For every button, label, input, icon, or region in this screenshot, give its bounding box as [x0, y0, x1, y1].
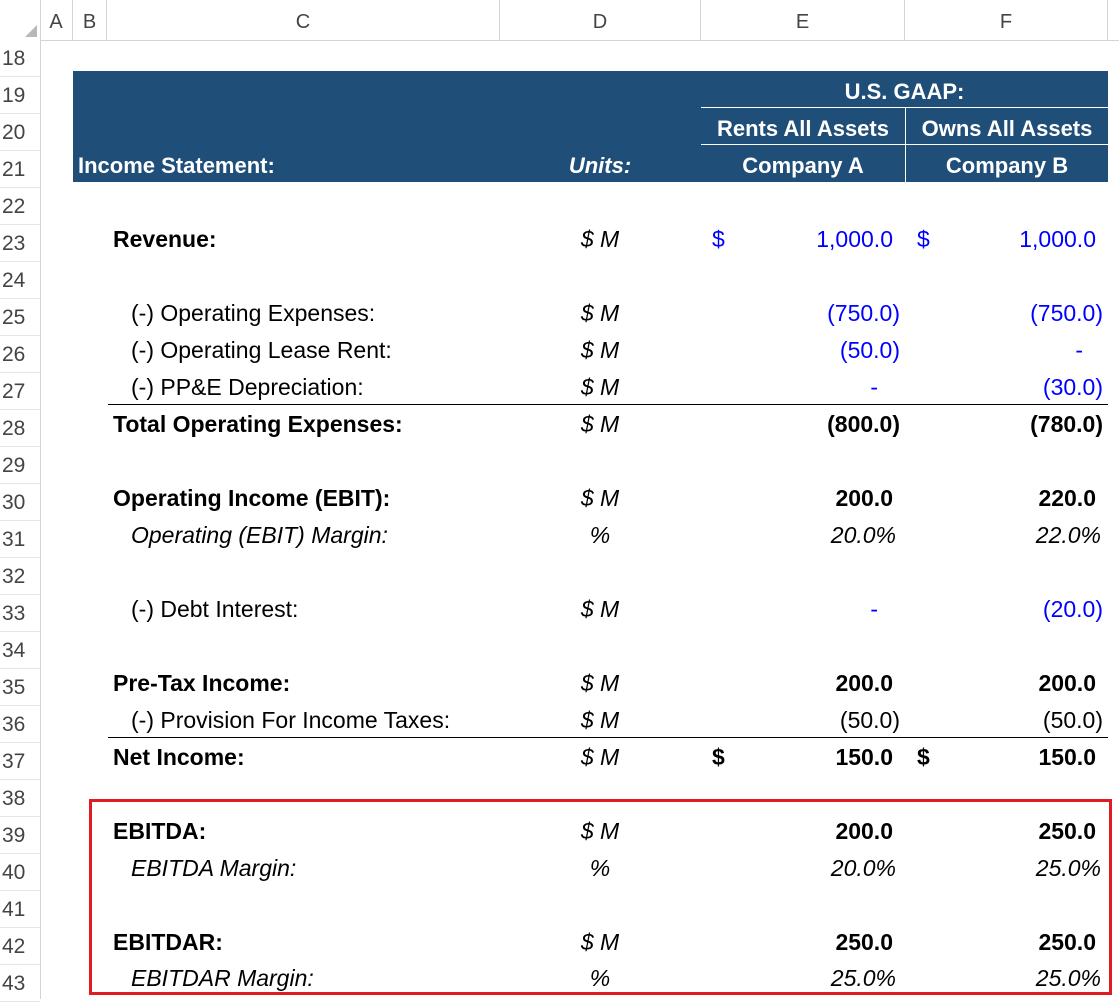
- ebit-margin-company-a[interactable]: 20.0%: [700, 517, 896, 554]
- opex-unit[interactable]: $ M: [560, 295, 640, 332]
- depreciation-label[interactable]: (-) PP&E Depreciation:: [131, 369, 364, 406]
- row-header[interactable]: 40: [0, 854, 40, 891]
- gaap-title[interactable]: U.S. GAAP:: [701, 73, 1108, 110]
- row-header[interactable]: 37: [0, 743, 40, 780]
- lease-label[interactable]: (-) Operating Lease Rent:: [131, 332, 392, 369]
- column-header-e[interactable]: E: [701, 0, 905, 40]
- ebit-unit[interactable]: $ M: [560, 480, 640, 517]
- depreciation-unit[interactable]: $ M: [560, 369, 640, 406]
- interest-company-b[interactable]: (20.0): [905, 591, 1103, 628]
- row-header[interactable]: 27: [0, 373, 40, 410]
- row-header[interactable]: 24: [0, 262, 40, 299]
- units-label[interactable]: Units:: [560, 147, 640, 184]
- ebit-margin-label[interactable]: Operating (EBIT) Margin:: [131, 517, 388, 554]
- total-opex-company-b[interactable]: (780.0): [905, 406, 1103, 443]
- income-statement-header: U.S. GAAP: Rents All Assets Owns All Ass…: [73, 71, 1108, 182]
- row-header[interactable]: 28: [0, 410, 40, 447]
- taxes-unit[interactable]: $ M: [560, 702, 640, 739]
- row-header[interactable]: 43: [0, 965, 40, 1002]
- column-header-bar: A B C D E F: [0, 0, 1119, 41]
- row-header[interactable]: 35: [0, 669, 40, 706]
- column-header-d[interactable]: D: [500, 0, 701, 40]
- header-divider: [701, 144, 1108, 145]
- company-a-label[interactable]: Company A: [701, 147, 905, 184]
- column-header-c[interactable]: C: [107, 0, 500, 40]
- net-income-top-border: [108, 737, 1108, 738]
- row-header[interactable]: 20: [0, 114, 40, 151]
- ebit-company-a[interactable]: 200.0: [700, 480, 893, 517]
- ebit-margin-company-b[interactable]: 22.0%: [905, 517, 1101, 554]
- revenue-unit[interactable]: $ M: [560, 221, 640, 258]
- column-header-f[interactable]: F: [905, 0, 1108, 40]
- opex-company-b[interactable]: (750.0): [905, 295, 1103, 332]
- row-header[interactable]: 26: [0, 336, 40, 373]
- depreciation-company-a[interactable]: -: [700, 369, 878, 406]
- row-header[interactable]: 33: [0, 595, 40, 632]
- taxes-company-b[interactable]: (50.0): [905, 702, 1103, 739]
- ebit-margin-unit[interactable]: %: [560, 517, 640, 554]
- income-statement-title[interactable]: Income Statement:: [78, 147, 275, 184]
- row-header-bar: 18 19 20 21 22 23 24 25 26 27 28 29 30 3…: [0, 40, 41, 1002]
- select-all-triangle-icon: [25, 25, 37, 37]
- total-opex-top-border: [108, 404, 1108, 405]
- row-header[interactable]: 42: [0, 928, 40, 965]
- row-header[interactable]: 34: [0, 632, 40, 669]
- row-header[interactable]: 31: [0, 521, 40, 558]
- net-income-unit[interactable]: $ M: [560, 739, 640, 776]
- interest-unit[interactable]: $ M: [560, 591, 640, 628]
- column-header-a[interactable]: A: [40, 0, 73, 40]
- row-header[interactable]: 38: [0, 780, 40, 817]
- row-header[interactable]: 19: [0, 77, 40, 114]
- row-header[interactable]: 39: [0, 817, 40, 854]
- pretax-unit[interactable]: $ M: [560, 665, 640, 702]
- net-income-company-b[interactable]: 150.0: [905, 739, 1096, 776]
- net-income-company-a[interactable]: 150.0: [700, 739, 893, 776]
- pretax-company-a[interactable]: 200.0: [700, 665, 893, 702]
- row-header[interactable]: 30: [0, 484, 40, 521]
- pretax-label[interactable]: Pre-Tax Income:: [113, 665, 290, 702]
- row-header[interactable]: 36: [0, 706, 40, 743]
- ebitda-highlight-box: [89, 799, 1112, 995]
- column-header-b[interactable]: B: [73, 0, 107, 40]
- net-income-label[interactable]: Net Income:: [113, 739, 245, 776]
- taxes-company-a[interactable]: (50.0): [700, 702, 900, 739]
- revenue-label[interactable]: Revenue:: [113, 221, 217, 258]
- opex-company-a[interactable]: (750.0): [700, 295, 900, 332]
- total-opex-unit[interactable]: $ M: [560, 406, 640, 443]
- interest-company-a[interactable]: -: [700, 591, 878, 628]
- lease-company-b[interactable]: -: [905, 332, 1083, 369]
- revenue-company-a[interactable]: 1,000.0: [700, 221, 893, 258]
- row-header[interactable]: 25: [0, 299, 40, 336]
- row-header[interactable]: 22: [0, 188, 40, 225]
- taxes-label[interactable]: (-) Provision For Income Taxes:: [131, 702, 450, 739]
- row-header[interactable]: 18: [0, 40, 40, 77]
- row-header[interactable]: 23: [0, 225, 40, 262]
- lease-company-a[interactable]: (50.0): [700, 332, 900, 369]
- row-header[interactable]: 21: [0, 151, 40, 188]
- row-header[interactable]: 29: [0, 447, 40, 484]
- select-all-button[interactable]: [0, 0, 41, 40]
- row-header[interactable]: 41: [0, 891, 40, 928]
- total-opex-label[interactable]: Total Operating Expenses:: [113, 406, 403, 443]
- opex-label[interactable]: (-) Operating Expenses:: [131, 295, 375, 332]
- row-header[interactable]: 32: [0, 558, 40, 595]
- company-b-label[interactable]: Company B: [906, 147, 1108, 184]
- interest-label[interactable]: (-) Debt Interest:: [131, 591, 298, 628]
- pretax-company-b[interactable]: 200.0: [905, 665, 1096, 702]
- total-opex-company-a[interactable]: (800.0): [700, 406, 900, 443]
- ebit-company-b[interactable]: 220.0: [905, 480, 1096, 517]
- revenue-company-b[interactable]: 1,000.0: [905, 221, 1096, 258]
- depreciation-company-b[interactable]: (30.0): [905, 369, 1103, 406]
- lease-unit[interactable]: $ M: [560, 332, 640, 369]
- owns-all-assets-label[interactable]: Owns All Assets: [906, 110, 1108, 147]
- rents-all-assets-label[interactable]: Rents All Assets: [701, 110, 905, 147]
- ebit-label[interactable]: Operating Income (EBIT):: [113, 480, 390, 517]
